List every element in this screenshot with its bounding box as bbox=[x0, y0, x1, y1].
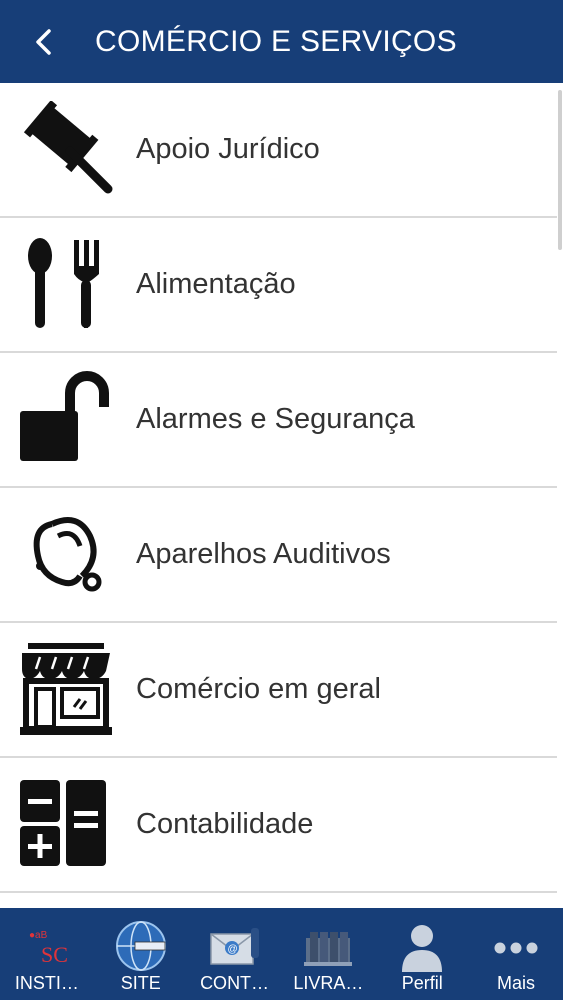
spoon-fork-icon bbox=[28, 238, 99, 328]
list-item-comercio-geral[interactable]: Comércio em geral bbox=[0, 623, 557, 758]
gavel-icon bbox=[23, 101, 113, 194]
list-item-label: Contabilidade bbox=[136, 808, 314, 840]
list-item-alimentacao[interactable]: Alimentação bbox=[0, 218, 557, 353]
list-item-label: Apoio Jurídico bbox=[136, 133, 320, 165]
nav-header: COMÉRCIO E SERVIÇOS bbox=[0, 0, 563, 83]
list-item-label: Comércio em geral bbox=[136, 673, 381, 705]
person-icon bbox=[402, 925, 443, 972]
storefront-icon bbox=[20, 643, 112, 735]
tab-label: Perfil bbox=[401, 973, 443, 993]
list-item-label: Aparelhos Auditivos bbox=[136, 538, 391, 570]
list-item-alarmes-seguranca[interactable]: Alarmes e Segurança bbox=[0, 353, 557, 488]
hearing-aid-icon bbox=[33, 517, 102, 592]
list-item-label: Alimentação bbox=[136, 268, 296, 300]
list-item-partial[interactable] bbox=[0, 893, 557, 908]
list-item-aparelhos-auditivos[interactable]: Aparelhos Auditivos bbox=[0, 488, 557, 623]
tab-label: SITE bbox=[120, 973, 161, 993]
list-item-apoio-juridico[interactable]: Apoio Jurídico bbox=[0, 83, 557, 218]
tab-site[interactable]: SITE bbox=[94, 908, 188, 1000]
tab-label: INSTI… bbox=[14, 973, 79, 993]
scrollbar[interactable] bbox=[558, 90, 562, 250]
tab-contato[interactable]: @ CONT… bbox=[188, 908, 282, 1000]
tab-mais[interactable]: Mais bbox=[469, 908, 563, 1000]
tab-institucional[interactable]: ●aB SC INSTI… bbox=[0, 908, 94, 1000]
tab-label: Mais bbox=[497, 973, 536, 993]
svg-text:@: @ bbox=[227, 944, 237, 955]
more-dots-icon bbox=[494, 942, 538, 954]
tab-livraria[interactable]: LIVRA… bbox=[281, 908, 375, 1000]
calculator-icon bbox=[20, 780, 106, 866]
contact-envelope-icon: @ bbox=[209, 928, 259, 965]
back-button[interactable] bbox=[28, 24, 58, 60]
tab-bar: ●aB SC INSTI… SITE @ CONT… LIVRA… Perfil… bbox=[0, 908, 563, 1000]
list-item-label: Alarmes e Segurança bbox=[136, 403, 415, 435]
tab-label: CONT… bbox=[200, 973, 270, 993]
category-list: Apoio Jurídico Alimentação Alarmes e Seg… bbox=[0, 83, 557, 908]
svg-text:●aB: ●aB bbox=[29, 930, 48, 941]
globe-icon bbox=[115, 921, 166, 971]
books-icon bbox=[304, 932, 353, 966]
institution-logo-icon: ●aB SC bbox=[29, 930, 68, 967]
svg-text:SC: SC bbox=[41, 942, 68, 967]
page-title: COMÉRCIO E SERVIÇOS bbox=[95, 25, 457, 58]
tab-label: LIVRA… bbox=[293, 973, 364, 993]
padlock-icon bbox=[20, 371, 109, 461]
tab-perfil[interactable]: Perfil bbox=[375, 908, 469, 1000]
list-item-contabilidade[interactable]: Contabilidade bbox=[0, 758, 557, 893]
chevron-left-icon bbox=[36, 29, 51, 55]
